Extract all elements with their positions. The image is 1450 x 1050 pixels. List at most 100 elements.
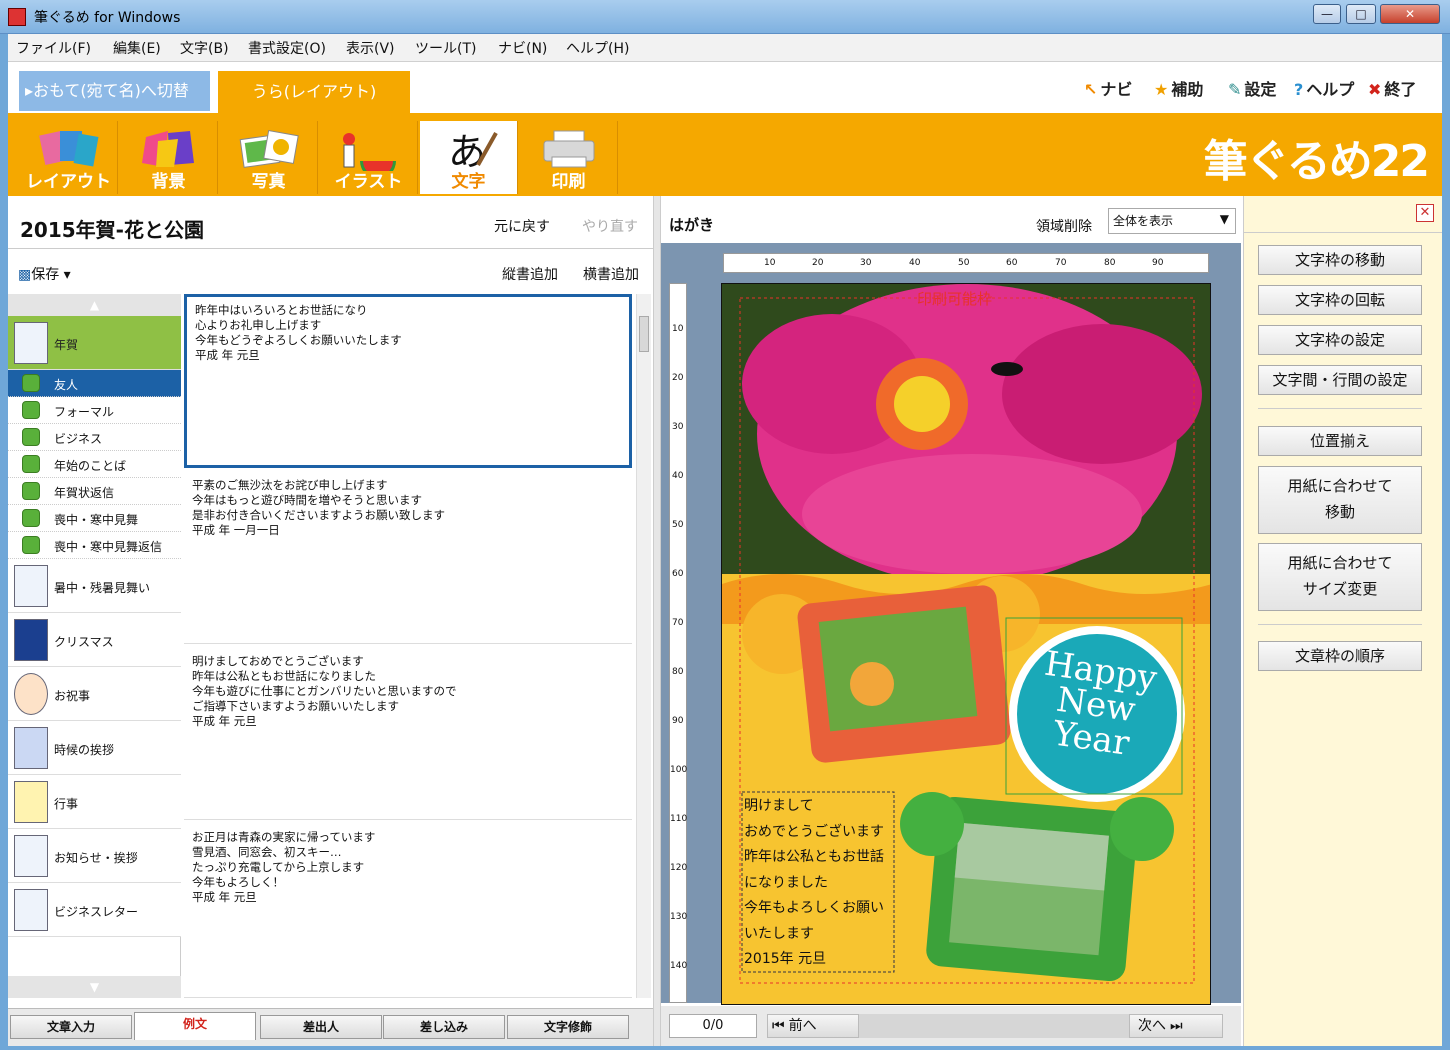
fit-resize-button[interactable]: 用紙に合わせて サイズ変更 [1258, 543, 1422, 611]
next-page-button[interactable]: 次へ ⏭ [1129, 1014, 1223, 1038]
menu-help[interactable]: ヘルプ(H) [566, 38, 629, 58]
menu-text[interactable]: 文字(B) [180, 38, 229, 58]
printable-area-label: 印刷可能枠 [917, 290, 993, 308]
menu-file[interactable]: ファイル(F) [16, 38, 91, 58]
category-scroll-down[interactable]: ▼ [8, 976, 181, 998]
christmas-tree-icon [14, 619, 48, 661]
main-toolbar: レイアウト 背景 写真 イラスト あ 文字 印刷 筆ぐるめ22 [8, 113, 1442, 196]
add-horizontal-button[interactable]: 横書追加 [583, 264, 639, 284]
exit-link[interactable]: ✖ 終了 [1368, 76, 1416, 100]
floppy-icon: ▩ [18, 267, 32, 283]
tool-photo[interactable]: 写真 [220, 121, 318, 194]
example-item[interactable]: 昨年中はいろいろとお世話になり 心よりお礼申し上げます 今年もどうぞよろしくお願… [184, 294, 632, 468]
view-select[interactable]: 全体を表示 ▼ [1108, 208, 1236, 234]
add-vertical-button[interactable]: 縦書追加 [502, 264, 558, 284]
green-square-icon [22, 374, 40, 392]
example-item[interactable]: 明けましておめでとうございます 昨年は公私ともお世話になりました 今年も遊びに仕… [184, 648, 632, 820]
tool-text[interactable]: あ 文字 [420, 121, 518, 194]
tab-examples[interactable]: 例文 [134, 1012, 256, 1040]
redo-button[interactable]: やり直す [582, 216, 638, 236]
panel-splitter[interactable] [653, 196, 661, 1046]
category-nenga[interactable]: 年賀 [8, 316, 181, 370]
subcategory-newyear-words[interactable]: 年始のことば [8, 451, 181, 478]
divider [1244, 232, 1442, 233]
page-track[interactable] [859, 1014, 1129, 1038]
page-navigator: 0/0 ⏮ 前へ 次へ ⏭ [661, 1006, 1241, 1046]
align-button[interactable]: 位置揃え [1258, 426, 1422, 456]
star-icon: ★ [1154, 80, 1169, 99]
menu-edit[interactable]: 編集(E) [113, 38, 161, 58]
example-item[interactable]: お正月は青森の実家に帰っています 雪見酒、同窓会、初スキー… たっぷり充電してか… [184, 824, 632, 998]
subcategory-business[interactable]: ビジネス [8, 424, 181, 451]
exit-icon: ✖ [1368, 80, 1382, 99]
maximize-button[interactable]: □ [1346, 4, 1376, 24]
tab-text-input[interactable]: 文章入力 [10, 1015, 132, 1039]
category-season-greeting[interactable]: 時候の挨拶 [8, 721, 181, 775]
menu-view[interactable]: 表示(V) [346, 38, 395, 58]
help-link[interactable]: ? ヘルプ [1294, 76, 1354, 100]
menu-format[interactable]: 書式設定(O) [248, 38, 326, 58]
tab-back-layout[interactable]: うら(レイアウト) [218, 71, 410, 113]
spacing-settings-button[interactable]: 文字間・行間の設定 [1258, 365, 1422, 395]
category-list: ▲ 年賀 友人 フォーマル ビジネス 年始のことば 年賀状返信 喪中・寒中見舞 … [8, 294, 181, 998]
text-tools-panel: ✕ 文字枠の移動 文字枠の回転 文字枠の設定 文字間・行間の設定 位置揃え 用紙… [1243, 196, 1442, 1046]
frame-order-button[interactable]: 文章枠の順序 [1258, 641, 1422, 671]
category-notice[interactable]: お知らせ・挨拶 [8, 829, 181, 883]
green-square-icon [22, 509, 40, 527]
greeting-text-frame[interactable]: 明けまして おめでとうございます 昨年は公私ともお世話 になりました 今年もよろ… [744, 794, 894, 973]
tool-layout[interactable]: レイアウト [20, 121, 118, 194]
rotate-text-frame-button[interactable]: 文字枠の回転 [1258, 285, 1422, 315]
postcard-icon [14, 322, 48, 364]
subcategory-reply[interactable]: 年賀状返信 [8, 478, 181, 505]
region-delete-button[interactable]: 領域削除 [1036, 216, 1092, 236]
menu-navi[interactable]: ナビ(N) [498, 38, 547, 58]
category-events[interactable]: 行事 [8, 775, 181, 829]
fit-move-button[interactable]: 用紙に合わせて 移動 [1258, 466, 1422, 534]
switch-to-front-button[interactable]: ▸おもて(宛て名)へ切替 [19, 71, 210, 111]
assist-link[interactable]: ★ 補助 [1154, 76, 1203, 100]
subcategory-mourning[interactable]: 喪中・寒中見舞 [8, 505, 181, 532]
last-page-icon: ⏭ [1170, 1018, 1183, 1034]
category-business-letter[interactable]: ビジネスレター [8, 883, 181, 937]
photo-icon [239, 130, 299, 168]
text-frame-settings-button[interactable]: 文字枠の設定 [1258, 325, 1422, 355]
settings-link[interactable]: ✎ 設定 [1228, 76, 1276, 100]
save-button[interactable]: ▩保存 ▾ [18, 264, 71, 284]
tool-background[interactable]: 背景 [120, 121, 218, 194]
green-square-icon [22, 428, 40, 446]
tool-illust[interactable]: イラスト [320, 121, 418, 194]
prev-page-button[interactable]: ⏮ 前へ [767, 1014, 859, 1038]
undo-button[interactable]: 元に戻す [494, 216, 550, 236]
category-scroll-up[interactable]: ▲ [8, 294, 181, 316]
scroll-thumb[interactable] [639, 316, 649, 352]
subcategory-mourning-reply[interactable]: 喪中・寒中見舞返信 [8, 532, 181, 559]
minimize-button[interactable]: — [1313, 4, 1341, 24]
move-text-frame-button[interactable]: 文字枠の移動 [1258, 245, 1422, 275]
separator [1258, 624, 1422, 625]
briefcase-icon [14, 889, 48, 931]
category-celebration[interactable]: お祝事 [8, 667, 181, 721]
dropdown-arrow-icon: ▼ [1219, 212, 1229, 226]
printer-icon [543, 130, 595, 168]
menu-tools[interactable]: ツール(T) [415, 38, 476, 58]
tool-print[interactable]: 印刷 [520, 121, 618, 194]
client-area: ▸おもて(宛て名)へ切替 うら(レイアウト) ↖ ナビ ★ 補助 ✎ 設定 ? ヘルプ … [8, 62, 1442, 1046]
category-christmas[interactable]: クリスマス [8, 613, 181, 667]
menu-bar: ファイル(F) 編集(E) 文字(B) 書式設定(O) 表示(V) ツール(T)… [8, 34, 1442, 62]
tab-sender[interactable]: 差出人 [260, 1015, 382, 1039]
close-panel-icon[interactable]: ✕ [1416, 204, 1434, 222]
green-square-icon [22, 482, 40, 500]
postcard-canvas[interactable]: 印刷可能枠 Happy New Year 明けまして おめでとうございます 昨年… [721, 283, 1211, 1005]
subcategory-friend[interactable]: 友人 [8, 370, 181, 397]
close-window-button[interactable]: ✕ [1380, 4, 1440, 24]
tab-text-decoration[interactable]: 文字修飾 [507, 1015, 629, 1039]
navi-link[interactable]: ↖ ナビ [1084, 76, 1132, 100]
example-scrollbar[interactable] [636, 294, 651, 998]
paper-type-label: はがき [669, 216, 715, 234]
happy-new-year-badge[interactable]: Happy New Year [1010, 643, 1183, 766]
example-item[interactable]: 平素のご無沙汰をお詫び申し上げます 今年はもっと遊び時間を増やそうと思います 是… [184, 472, 632, 644]
truck-icon [14, 835, 48, 877]
subcategory-formal[interactable]: フォーマル [8, 397, 181, 424]
category-summer[interactable]: 暑中・残暑見舞い [8, 559, 181, 613]
tab-merge[interactable]: 差し込み [383, 1015, 505, 1039]
